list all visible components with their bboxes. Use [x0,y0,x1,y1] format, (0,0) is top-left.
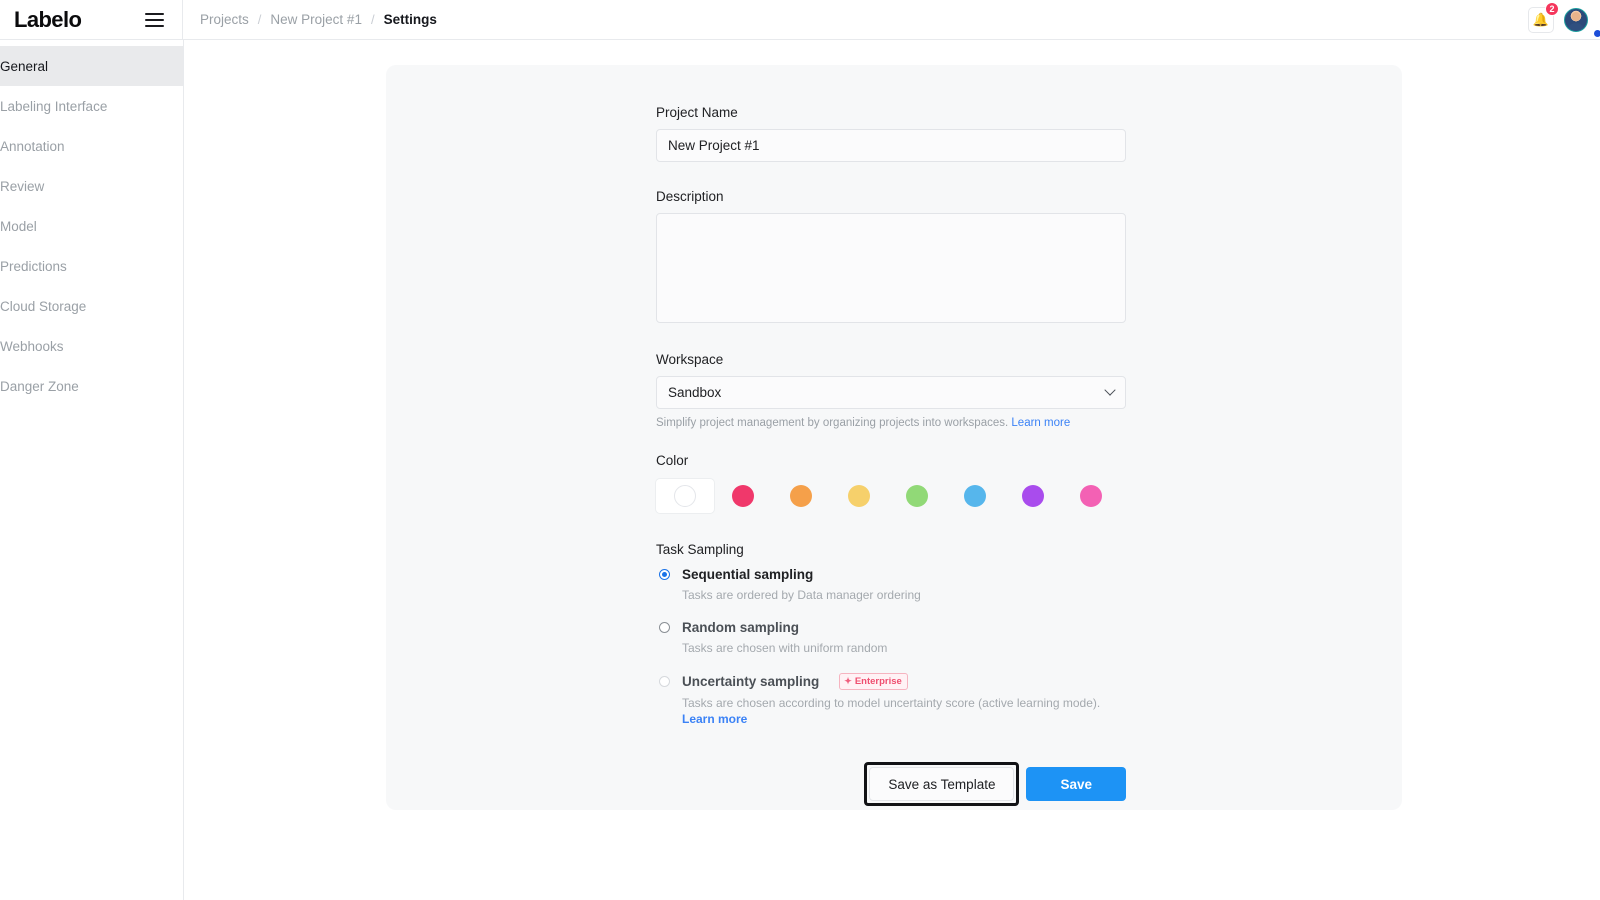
save-as-template-button[interactable]: Save as Template [869,767,1015,802]
app-logo[interactable]: Labelo [0,0,1600,40]
hamburger-line [144,24,164,27]
project-name-label: Project Name [656,105,738,120]
workspace-label: Workspace [656,352,724,367]
uncertainty-learn-more-link[interactable]: Learn more [682,712,747,726]
swatch-circle [790,485,812,507]
radio-row: Sequential sampling [656,567,1126,582]
topbar-actions: 🔔 2 [1528,1,1600,33]
swatch-circle [964,485,986,507]
radio-sequential-sampling[interactable] [659,569,670,580]
main-content: Project Name Description Workspace Sandb… [184,40,1600,900]
swatch-circle [848,485,870,507]
workspace-select[interactable]: Sandbox [656,376,1126,409]
color-swatch-none[interactable] [656,479,714,513]
logo-accent-dot [1594,30,1600,37]
color-swatch-pink[interactable] [1062,479,1120,513]
radio-description: Tasks are chosen with uniform random [682,641,888,655]
save-button[interactable]: Save [1026,767,1126,802]
notification-count-badge: 2 [1545,1,1559,16]
sidebar-item-webhooks[interactable]: Webhooks [0,326,183,366]
settings-card: Project Name Description Workspace Sandb… [386,65,1402,810]
color-swatch-row [656,477,1126,515]
sparkle-icon: ✦ [844,676,852,687]
swatch-circle [906,485,928,507]
logo-text: Labelo [14,6,82,32]
avatar[interactable] [1564,7,1588,32]
hamburger-icon[interactable] [134,0,174,40]
sidebar-item-annotation[interactable]: Annotation [0,126,183,166]
radio-random-sampling[interactable] [659,622,670,633]
sidebar-item-label: Predictions [0,258,67,274]
focus-ring: Save as Template [864,762,1020,807]
color-label: Color [656,453,689,468]
radio-label: Uncertainty sampling [682,674,820,690]
color-swatch-purple[interactable] [1004,479,1062,513]
radio-label: Random sampling [682,620,800,635]
radio-row: Random sampling [656,620,1126,635]
sidebar-item-danger-zone[interactable]: Danger Zone [0,366,183,406]
description-textarea[interactable] [656,213,1126,323]
workspace-hint: Simplify project management by organizin… [656,417,1126,429]
task-sampling-option-random[interactable]: Random sampling Tasks are chosen with un… [656,620,1126,655]
topbar-divider [182,0,183,40]
sidebar-item-general[interactable]: General [0,46,183,86]
sidebar-item-label: Webhooks [0,338,64,354]
sidebar-item-labeling-interface[interactable]: Labeling Interface [0,86,183,126]
sidebar-item-cloud-storage[interactable]: Cloud Storage [0,286,183,326]
breadcrumb-item-settings: Settings [383,12,437,27]
color-swatch-yellow[interactable] [830,479,888,513]
color-swatch-green[interactable] [888,479,946,513]
bell-icon: 🔔 [1532,12,1550,27]
task-sampling-label: Task Sampling [656,542,744,557]
swatch-circle [1022,485,1044,507]
breadcrumb-item-project[interactable]: New Project #1 [270,12,362,27]
sidebar-item-model[interactable]: Model [0,206,183,246]
form-actions: Save as Template Save [656,762,1126,807]
sidebar-item-review[interactable]: Review [0,166,183,206]
swatch-circle [732,485,754,507]
color-swatch-blue[interactable] [946,479,1004,513]
radio-description: Tasks are chosen according to model unce… [682,696,1101,711]
enterprise-badge-label: Enterprise [854,676,902,687]
workspace-selected-value: Sandbox [668,385,722,400]
color-swatch-red[interactable] [714,479,772,513]
sidebar-item-label: General [0,58,49,74]
sidebar-item-label: Danger Zone [0,378,79,394]
sidebar-item-predictions[interactable]: Predictions [0,246,183,286]
general-settings-form: Project Name Description Workspace Sandb… [656,105,1126,807]
hamburger-line [144,18,164,21]
hamburger-line [144,12,164,15]
sidebar-item-label: Model [0,218,37,234]
settings-sidebar: General Labeling Interface Annotation Re… [0,40,184,900]
radio-uncertainty-sampling[interactable] [659,676,670,688]
swatch-circle [1080,485,1102,507]
breadcrumb-item-projects[interactable]: Projects [200,12,249,27]
enterprise-badge: ✦ Enterprise [839,673,908,691]
breadcrumb: Projects / New Project #1 / Settings [200,12,437,27]
notifications-button[interactable]: 🔔 2 [1528,1,1559,33]
workspace-hint-text: Simplify project management by organizin… [656,417,1009,429]
sidebar-item-label: Annotation [0,138,65,154]
radio-description: Tasks are ordered by Data manager orderi… [682,588,921,602]
color-swatch-orange[interactable] [772,479,830,513]
swatch-circle [674,485,696,507]
sidebar-item-label: Review [0,178,45,194]
project-name-input[interactable] [656,129,1126,162]
breadcrumb-separator: / [370,12,375,27]
task-sampling-option-sequential[interactable]: Sequential sampling Tasks are ordered by… [656,567,1126,602]
task-sampling-option-uncertainty[interactable]: Uncertainty sampling ✦ Enterprise Tasks … [656,673,1126,728]
description-label: Description [656,189,724,204]
sidebar-item-label: Cloud Storage [0,298,87,314]
workspace-select-wrapper: Sandbox [656,376,1126,409]
sidebar-item-label: Labeling Interface [0,98,108,114]
top-bar: Labelo Projects / New Project #1 / Setti… [0,0,1600,40]
radio-row: Uncertainty sampling ✦ Enterprise [656,673,1126,691]
breadcrumb-separator: / [257,12,262,27]
radio-label: Sequential sampling [682,567,814,582]
workspace-learn-more-link[interactable]: Learn more [1011,417,1070,429]
